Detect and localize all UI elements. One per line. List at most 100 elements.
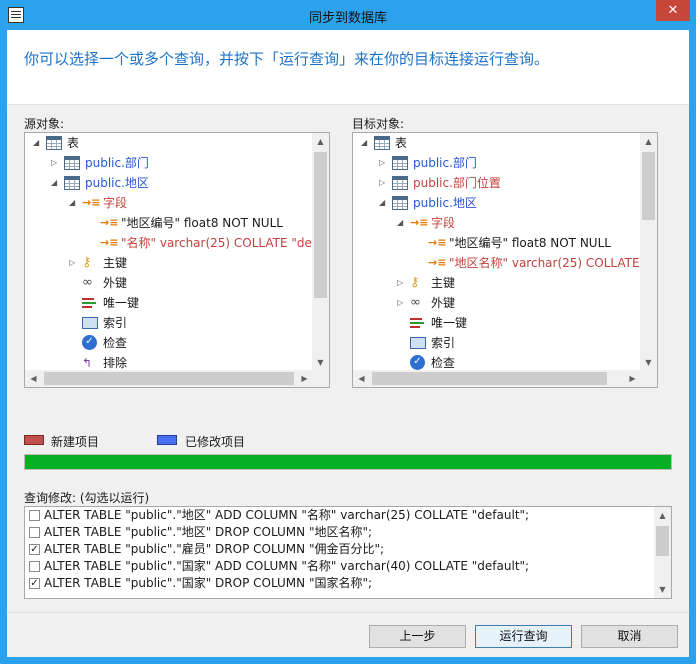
scroll-down-arrow-icon[interactable]: ▼ (640, 354, 657, 371)
query-list[interactable]: ALTER TABLE "public"."地区" ADD COLUMN "名称… (24, 506, 672, 599)
target-tree-node[interactable]: →≡"地区名称" varchar(25) COLLATE "default" (353, 253, 641, 273)
query-text: ALTER TABLE "public"."地区" ADD COLUMN "名称… (44, 508, 530, 522)
source-tree-node[interactable]: 唯一键 (25, 293, 313, 313)
target-tree-node[interactable]: ▷ ⚷ 主键 (353, 273, 641, 293)
cancel-button[interactable]: 取消 (581, 625, 678, 648)
expand-arrow-icon[interactable]: ▷ (379, 153, 389, 173)
target-tree-node[interactable]: →≡ "地区编号" float8 NOT NULL (353, 233, 641, 253)
table-icon (64, 156, 80, 170)
target-tree-node-label: "地区名称" varchar(25) COLLATE "default" (449, 256, 641, 270)
target-tree-node-label: 唯一键 (431, 316, 468, 330)
scroll-thumb[interactable] (642, 152, 655, 220)
target-tree-node-label: 检查 (431, 356, 456, 370)
source-tree-node-label: "地区编号" float8 NOT NULL (121, 216, 283, 230)
target-tree-node[interactable]: ◢ 表 (353, 133, 641, 153)
source-vertical-scrollbar[interactable]: ▲ ▼ (312, 133, 329, 371)
scroll-left-arrow-icon[interactable]: ◀ (353, 370, 370, 387)
source-tree-node-label: "名称" varchar(25) COLLATE "default" (121, 236, 313, 250)
query-vertical-scrollbar[interactable]: ▲ ▼ (654, 507, 671, 598)
collapse-arrow-icon[interactable]: ◢ (33, 133, 43, 153)
expand-arrow-icon[interactable]: ▷ (397, 293, 407, 313)
expand-arrow-icon[interactable]: ▷ (69, 253, 79, 273)
target-tree-node[interactable]: ◢ public.地区 (353, 193, 641, 213)
check-icon: ✓ (82, 335, 97, 350)
sync-dialog-window: 同步到数据库 ✕ 你可以选择一个或多个查询，并按下「运行查询」来在你的目标连接运… (0, 0, 696, 664)
source-tree-node-label: public.部门 (85, 156, 149, 170)
target-vertical-scrollbar[interactable]: ▲ ▼ (640, 133, 657, 371)
exclude-icon: ↰ (82, 356, 93, 370)
dialog-body: 源对象: 目标对象: ◢ 表 ▷ public.部门 ◢ public.地区 ◢ →≡ 字段 →≡… (7, 105, 689, 612)
source-tree-node[interactable]: ◢ 表 (25, 133, 313, 153)
scroll-thumb[interactable] (314, 152, 327, 298)
scroll-down-arrow-icon[interactable]: ▼ (312, 354, 329, 371)
scroll-right-arrow-icon[interactable]: ▶ (296, 370, 313, 387)
collapse-arrow-icon[interactable]: ◢ (361, 133, 371, 153)
checked-checkbox[interactable]: ✓ (29, 544, 40, 555)
scroll-thumb[interactable] (372, 372, 607, 385)
scroll-thumb[interactable] (656, 526, 669, 556)
dialog-client: 你可以选择一个或多个查询，并按下「运行查询」来在你的目标连接运行查询。 源对象:… (7, 30, 689, 657)
source-tree-node[interactable]: ↰ 排除 (25, 353, 313, 371)
source-tree-node[interactable]: ✓ 检查 (25, 333, 313, 353)
scroll-right-arrow-icon[interactable]: ▶ (624, 370, 641, 387)
source-tree-node[interactable]: ◢ public.地区 (25, 173, 313, 193)
query-row[interactable]: ✓ ALTER TABLE "public"."雇员" DROP COLUMN "… (25, 541, 655, 558)
query-rows: ALTER TABLE "public"."地区" ADD COLUMN "名称… (25, 507, 655, 598)
target-tree-rows: ◢ 表 ▷ public.部门 ▷ public.部门位置 ◢ public.地区 ◢ →≡ 字段 →… (353, 133, 641, 371)
close-button[interactable]: ✕ (656, 0, 690, 21)
target-tree-node-label: 字段 (431, 216, 456, 230)
scroll-down-arrow-icon[interactable]: ▼ (654, 581, 671, 598)
unchecked-checkbox[interactable] (29, 510, 40, 521)
target-tree-node[interactable]: ▷ public.部门位置 (353, 173, 641, 193)
query-row[interactable]: ALTER TABLE "public"."地区" DROP COLUMN "地… (25, 524, 655, 541)
run-query-button[interactable]: 运行查询 (475, 625, 572, 648)
source-tree-node[interactable]: ▷ ⚷ 主键 (25, 253, 313, 273)
query-row[interactable]: ALTER TABLE "public"."国家" ADD COLUMN "名称… (25, 558, 655, 575)
title-bar[interactable]: 同步到数据库 ✕ (0, 0, 696, 30)
button-bar: 上一步 运行查询 取消 (7, 612, 689, 657)
collapse-arrow-icon[interactable]: ◢ (397, 213, 407, 233)
target-tree-node-label: 表 (395, 136, 408, 150)
target-tree-node[interactable]: 索引 (353, 333, 641, 353)
source-tree-node[interactable]: ∞ 外键 (25, 273, 313, 293)
source-object-tree[interactable]: ◢ 表 ▷ public.部门 ◢ public.地区 ◢ →≡ 字段 →≡ "地区编号" floa… (24, 132, 330, 388)
scroll-up-arrow-icon[interactable]: ▲ (640, 133, 657, 150)
source-tree-node-label: 排除 (103, 356, 128, 370)
source-tree-node[interactable]: 索引 (25, 313, 313, 333)
target-tree-node[interactable]: 唯一键 (353, 313, 641, 333)
target-tree-node[interactable]: ◢ →≡ 字段 (353, 213, 641, 233)
target-tree-node[interactable]: ▷ ∞ 外键 (353, 293, 641, 313)
scroll-thumb[interactable] (44, 372, 294, 385)
target-tree-node-label: public.部门位置 (413, 176, 501, 190)
scroll-left-arrow-icon[interactable]: ◀ (25, 370, 42, 387)
back-button[interactable]: 上一步 (369, 625, 466, 648)
source-horizontal-scrollbar[interactable]: ◀ ▶ (25, 370, 313, 387)
collapse-arrow-icon[interactable]: ◢ (69, 193, 79, 213)
scroll-up-arrow-icon[interactable]: ▲ (654, 507, 671, 524)
source-tree-node-label: 索引 (103, 316, 128, 330)
expand-arrow-icon[interactable]: ▷ (379, 173, 389, 193)
source-tree-node[interactable]: →≡ "地区编号" float8 NOT NULL (25, 213, 313, 233)
target-object-tree[interactable]: ◢ 表 ▷ public.部门 ▷ public.部门位置 ◢ public.地区 ◢ →≡ 字段 →… (352, 132, 658, 388)
source-tree-node[interactable]: ▷ public.部门 (25, 153, 313, 173)
source-tree-node[interactable]: →≡"名称" varchar(25) COLLATE "default" (25, 233, 313, 253)
query-list-label: 查询修改: (勾选以运行) (24, 491, 150, 505)
expand-arrow-icon[interactable]: ▷ (51, 153, 61, 173)
checked-checkbox[interactable]: ✓ (29, 578, 40, 589)
table-icon (46, 136, 62, 150)
target-tree-node-label: 外键 (431, 296, 456, 310)
target-tree-node[interactable]: ✓ 检查 (353, 353, 641, 371)
unchecked-checkbox[interactable] (29, 561, 40, 572)
field-icon: →≡ (428, 236, 447, 249)
expand-arrow-icon[interactable]: ▷ (397, 273, 407, 293)
source-tree-node[interactable]: ◢ →≡ 字段 (25, 193, 313, 213)
scroll-up-arrow-icon[interactable]: ▲ (312, 133, 329, 150)
query-row[interactable]: ALTER TABLE "public"."地区" ADD COLUMN "名称… (25, 507, 655, 524)
collapse-arrow-icon[interactable]: ◢ (379, 193, 389, 213)
query-row[interactable]: ✓ ALTER TABLE "public"."国家" DROP COLUMN "… (25, 575, 655, 592)
foreign-key-icon: ∞ (82, 275, 93, 290)
collapse-arrow-icon[interactable]: ◢ (51, 173, 61, 193)
unchecked-checkbox[interactable] (29, 527, 40, 538)
target-tree-node[interactable]: ▷ public.部门 (353, 153, 641, 173)
target-horizontal-scrollbar[interactable]: ◀ ▶ (353, 370, 641, 387)
